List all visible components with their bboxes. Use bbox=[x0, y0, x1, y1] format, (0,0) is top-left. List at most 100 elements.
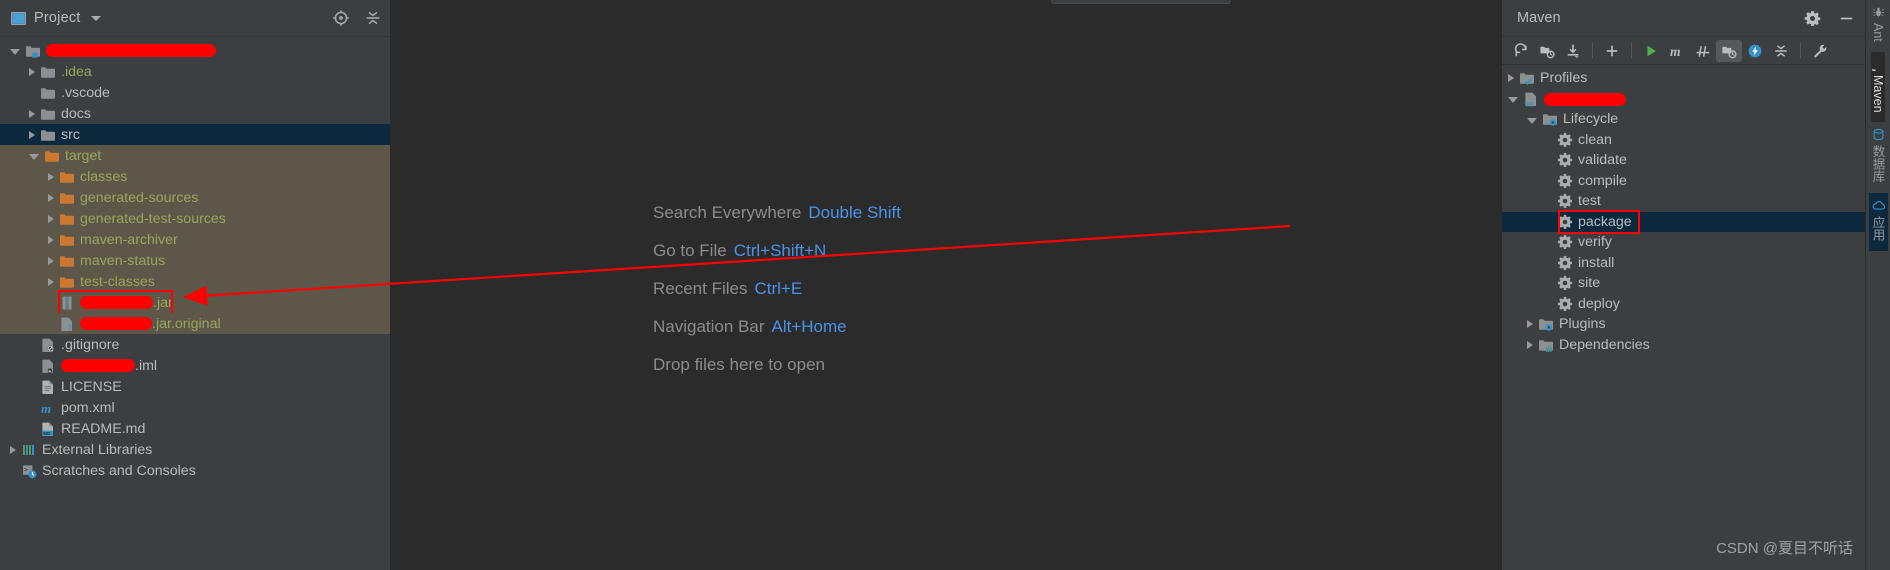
maven-m-icon: m bbox=[1872, 68, 1878, 70]
project-tree-row[interactable]: MD README.md bbox=[0, 418, 390, 439]
expand-arrow-closed-icon[interactable] bbox=[48, 214, 54, 223]
expand-arrow-closed-icon[interactable] bbox=[1527, 340, 1533, 349]
locate-target-icon[interactable] bbox=[332, 9, 350, 27]
tool-window-button-ant[interactable]: Ant bbox=[1871, 0, 1885, 52]
expand-arrow-closed-icon[interactable] bbox=[1508, 74, 1514, 83]
maven-header-actions bbox=[1804, 10, 1855, 27]
maven-tree-row[interactable]: Lifecycle bbox=[1502, 109, 1865, 130]
project-tree-row[interactable]: External Libraries bbox=[0, 439, 390, 460]
add-maven-project-icon bbox=[1540, 46, 1555, 58]
gitignore-file-icon bbox=[42, 338, 54, 352]
tool-window-button-应用[interactable]: 应用 bbox=[1868, 192, 1888, 251]
run-icon bbox=[1647, 45, 1656, 56]
project-tree-row[interactable]: .vscode bbox=[0, 82, 390, 103]
expand-arrow-closed-icon[interactable] bbox=[29, 67, 35, 76]
expand-arrow-closed-icon[interactable] bbox=[48, 277, 54, 286]
project-tree-row-label: External Libraries bbox=[42, 441, 153, 458]
maven-tree-row[interactable]: deploy bbox=[1502, 294, 1865, 315]
maven-project-tree[interactable]: Profiles m Lifecycle clean validate compile te… bbox=[1502, 65, 1865, 570]
expand-arrow-open-icon[interactable] bbox=[29, 154, 39, 160]
project-tree-row[interactable]: m pom.xml bbox=[0, 397, 390, 418]
project-tree-row[interactable]: target bbox=[0, 145, 390, 166]
run-button[interactable] bbox=[1638, 40, 1664, 62]
project-tree-row[interactable]: > Scratches and Consoles bbox=[0, 460, 390, 481]
maven-tree-row-label: Plugins bbox=[1559, 316, 1606, 333]
project-tree-row[interactable]: classes bbox=[0, 166, 390, 187]
project-tree-row[interactable] bbox=[0, 40, 390, 61]
maven-tree-row[interactable]: package bbox=[1502, 211, 1865, 232]
maven-tree-row[interactable]: site bbox=[1502, 273, 1865, 294]
folder-orange-icon bbox=[60, 213, 74, 225]
add-maven-project-button[interactable] bbox=[1534, 40, 1560, 62]
expand-arrow-closed-icon[interactable] bbox=[1527, 320, 1533, 329]
maven-tree-row[interactable]: Plugins bbox=[1502, 314, 1865, 335]
expand-arrow-closed-icon[interactable] bbox=[48, 256, 54, 265]
project-tree-row[interactable]: .jar bbox=[0, 292, 390, 313]
expand-arrow-closed-icon[interactable] bbox=[29, 109, 35, 118]
project-file-tree[interactable]: .idea .vscode docs src target classes generate… bbox=[0, 37, 390, 570]
project-tree-row[interactable]: .idea bbox=[0, 61, 390, 82]
project-tree-row[interactable]: test-classes bbox=[0, 271, 390, 292]
project-view-selector[interactable]: Project bbox=[11, 10, 101, 26]
project-tree-row[interactable]: src bbox=[0, 124, 390, 145]
download-sources-button[interactable] bbox=[1560, 40, 1586, 62]
project-tree-row[interactable]: maven-status bbox=[0, 250, 390, 271]
toggle-skip-tests-button[interactable] bbox=[1690, 40, 1716, 62]
editor-tip-row: Drop files here to open bbox=[653, 355, 901, 375]
show-history-button[interactable] bbox=[1716, 39, 1742, 62]
maven-toolbar[interactable]: m bbox=[1502, 37, 1865, 65]
expand-arrow-closed-icon[interactable] bbox=[48, 235, 54, 244]
right-tool-window-bar[interactable]: Ant m Maven 数据库应用 bbox=[1865, 0, 1890, 570]
maven-settings-button[interactable] bbox=[1807, 40, 1833, 62]
tip-action-label: Drop files here to open bbox=[653, 355, 825, 374]
add-button[interactable] bbox=[1599, 40, 1625, 62]
maven-tree-row[interactable]: m bbox=[1502, 89, 1865, 110]
add-icon bbox=[1606, 45, 1618, 56]
toolbar-separator bbox=[1800, 43, 1801, 58]
maven-tree-row[interactable]: validate bbox=[1502, 150, 1865, 171]
project-tree-row[interactable]: LICENSE bbox=[0, 376, 390, 397]
reload-all-projects-button[interactable] bbox=[1508, 40, 1534, 62]
project-tree-row[interactable]: ? .jar.original bbox=[0, 313, 390, 334]
expand-arrow-open-icon[interactable] bbox=[1508, 97, 1518, 104]
offline-mode-button[interactable] bbox=[1742, 40, 1768, 62]
gear-icon[interactable] bbox=[1804, 10, 1821, 27]
maven-tree-row-label: test bbox=[1578, 193, 1601, 210]
project-tree-row[interactable]: maven-archiver bbox=[0, 229, 390, 250]
execute-maven-goal-button[interactable]: m bbox=[1664, 40, 1690, 62]
maven-tree-row[interactable]: compile bbox=[1502, 171, 1865, 192]
maven-tree-row[interactable]: verify bbox=[1502, 232, 1865, 253]
maven-tree-row[interactable]: install bbox=[1502, 253, 1865, 274]
tool-window-button-maven[interactable]: m Maven bbox=[1871, 51, 1885, 123]
project-tree-row[interactable]: .iml bbox=[0, 355, 390, 376]
expand-arrow-closed-icon[interactable] bbox=[48, 172, 54, 181]
project-tree-row[interactable]: generated-test-sources bbox=[0, 208, 390, 229]
tool-window-button-数据库[interactable]: 数据库 bbox=[1869, 122, 1888, 193]
project-tree-row[interactable]: generated-sources bbox=[0, 187, 390, 208]
expand-arrow-closed-icon[interactable] bbox=[10, 445, 16, 454]
project-tree-row[interactable]: .gitignore bbox=[0, 334, 390, 355]
folder-orange-icon bbox=[60, 255, 74, 267]
folder-grey-icon bbox=[41, 129, 55, 141]
chevron-down-icon[interactable] bbox=[90, 15, 101, 21]
maven-tree-row-label: site bbox=[1578, 275, 1601, 292]
project-tree-row[interactable]: docs bbox=[0, 103, 390, 124]
maven-tree-row[interactable]: Dependencies bbox=[1502, 335, 1865, 356]
maven-tree-row-label: package bbox=[1578, 213, 1632, 230]
maven-tree-row[interactable]: clean bbox=[1502, 130, 1865, 151]
watermark-text: CSDN @夏目不听话 bbox=[1716, 540, 1853, 557]
expand-arrow-closed-icon[interactable] bbox=[48, 193, 54, 202]
project-tool-window: Project .idea .vscode docs src target classes… bbox=[0, 0, 391, 570]
expand-arrow-open-icon[interactable] bbox=[10, 49, 20, 55]
project-tree-row-label: .idea bbox=[61, 63, 92, 80]
editor-tip-row: Navigation Bar Alt+Home bbox=[653, 317, 901, 337]
collapse-all-icon[interactable] bbox=[364, 9, 382, 27]
expand-arrow-closed-icon[interactable] bbox=[29, 130, 35, 139]
minimize-icon[interactable] bbox=[1838, 10, 1855, 27]
expand-arrow-open-icon[interactable] bbox=[1527, 117, 1537, 124]
maven-tree-row[interactable]: Profiles bbox=[1502, 68, 1865, 89]
tool-window-button-label: Maven bbox=[1871, 74, 1885, 113]
collapse-all-button[interactable] bbox=[1768, 40, 1794, 62]
maven-tree-row[interactable]: test bbox=[1502, 191, 1865, 212]
redaction-bar bbox=[46, 44, 216, 58]
